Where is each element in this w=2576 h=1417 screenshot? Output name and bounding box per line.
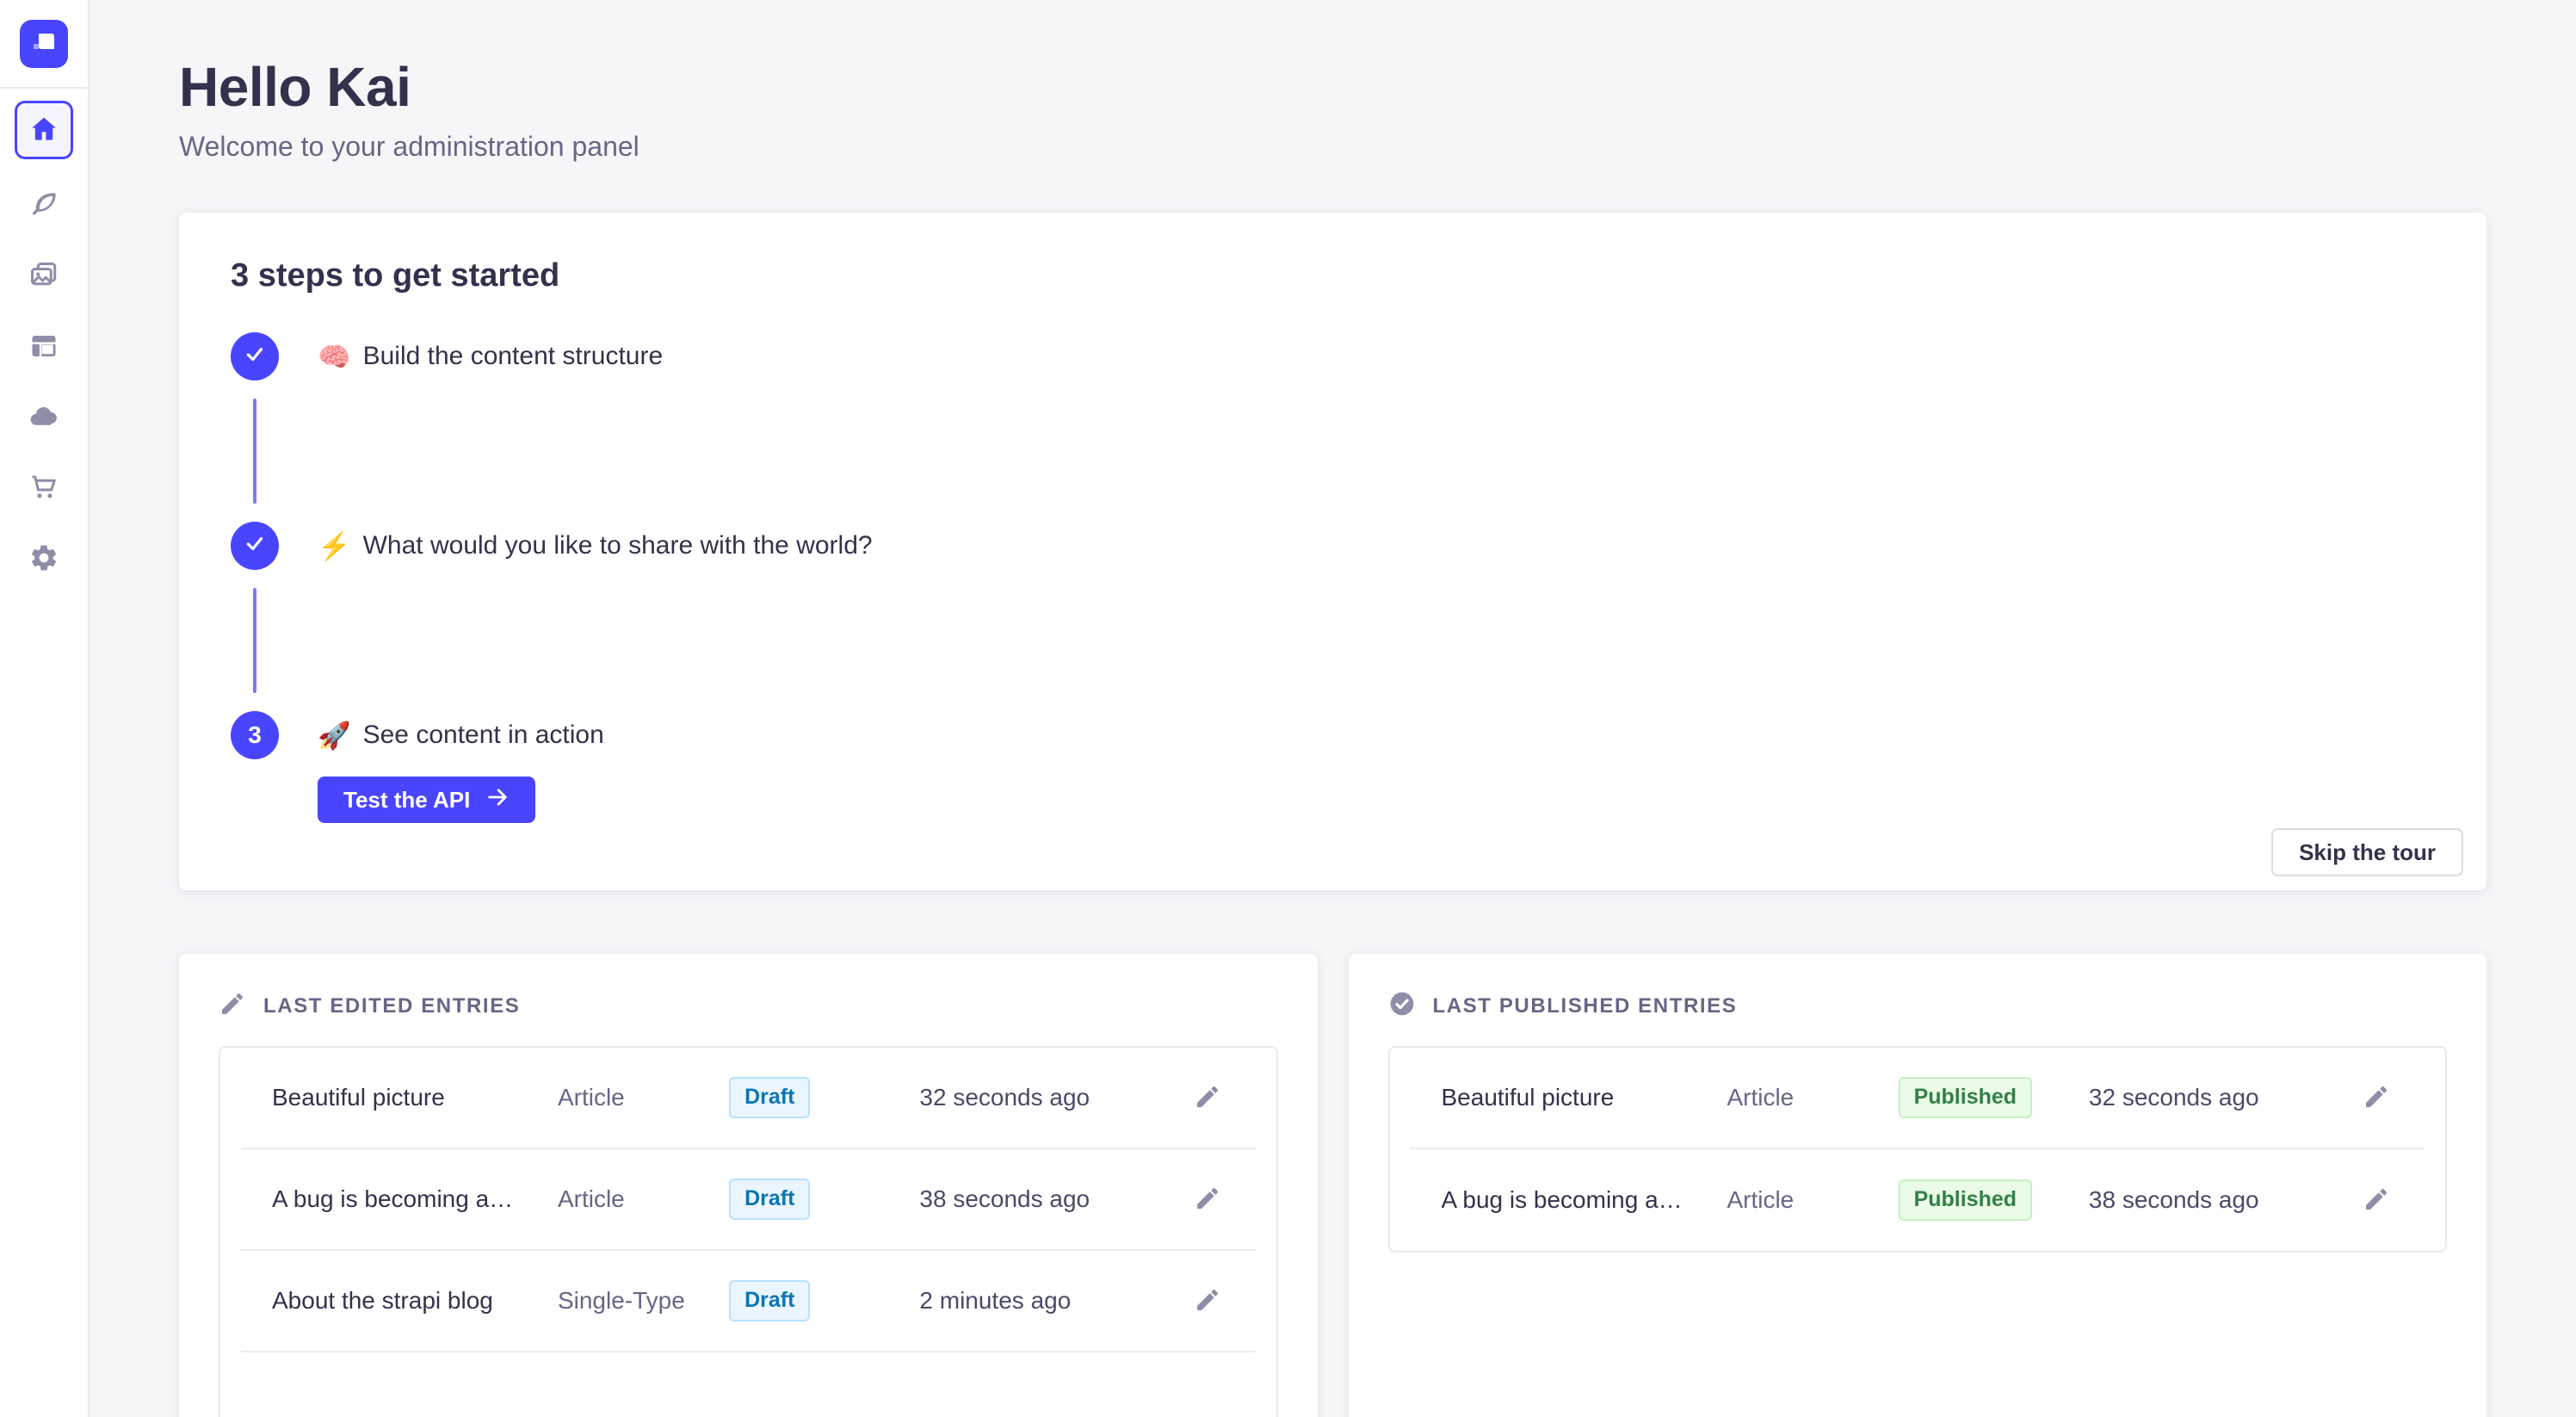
cta-row: Test the API [318,777,2435,823]
sidebar-item-content-manager[interactable] [15,182,73,230]
page-header: Hello Kai Welcome to your administration… [179,55,2486,163]
status-badge: Draft [729,1077,810,1118]
table-row: A bug is becoming a… Article Draft 38 se… [241,1149,1256,1251]
gear-icon [28,542,59,576]
entry-type: Article [558,1084,729,1111]
layout-icon [28,331,59,364]
workplace-button[interactable] [20,20,68,68]
step-2-label[interactable]: ⚡ What would you like to share with the … [318,530,873,562]
pencil-icon [1194,1286,1221,1316]
status-badge: Draft [729,1179,810,1220]
main-content: Hello Kai Welcome to your administration… [90,0,2576,1417]
table-row: About the strapi blog Single-Type Draft … [241,1251,1256,1352]
entry-type: Article [1727,1084,1898,1111]
step-connector [231,570,2435,711]
step-row-1: 🧠 Build the content structure [231,332,2435,381]
status-badge: Published [1899,1179,2032,1221]
pencil-icon [219,990,246,1022]
check-icon [244,532,266,560]
pencil-icon [1194,1083,1221,1113]
cloud-icon [28,401,59,435]
sidebar-item-deploy[interactable] [15,393,73,442]
brain-emoji-icon: 🧠 [318,341,351,373]
entry-time: 38 seconds ago [919,1185,1176,1213]
test-api-button[interactable]: Test the API [318,777,535,823]
check-icon [244,343,266,371]
onboarding-card: 3 steps to get started 🧠 Build the conte… [179,213,2486,890]
last-published-widget: LAST PUBLISHED ENTRIES Beautiful picture… [1349,954,2487,1417]
pencil-icon [2363,1083,2390,1113]
arrow-right-icon [485,785,510,815]
widgets-section: LAST EDITED ENTRIES Beautiful picture Ar… [179,954,2486,1417]
sidebar [0,0,90,1417]
entry-time: 38 seconds ago [2089,1186,2345,1214]
table-row: Beautiful picture Article Published 32 s… [1411,1048,2425,1149]
entry-time: 32 seconds ago [919,1084,1176,1111]
table-filler [241,1352,1256,1417]
step-row-2: ⚡ What would you like to share with the … [231,522,2435,570]
step-1-label[interactable]: 🧠 Build the content structure [318,341,663,373]
steps-list: 🧠 Build the content structure [231,332,2435,823]
step-row-3: 3 🚀 See content in action [231,711,2435,759]
step-3-label[interactable]: 🚀 See content in action [318,720,604,752]
sidebar-item-settings[interactable] [15,535,73,583]
widget-title: LAST EDITED ENTRIES [263,994,520,1018]
last-published-table: Beautiful picture Article Published 32 s… [1388,1046,2448,1253]
feather-icon [28,189,59,223]
entry-time: 2 minutes ago [919,1287,1176,1315]
last-published-header: LAST PUBLISHED ENTRIES [1388,990,2448,1022]
entry-title: Beautiful picture [1442,1084,1727,1111]
step-2-done-circle [231,522,279,570]
entry-type: Single-Type [558,1287,729,1315]
status-badge: Published [1899,1077,2032,1118]
edit-entry-button[interactable] [2359,1182,2394,1219]
lightning-emoji-icon: ⚡ [318,530,351,562]
sidebar-item-content-type-builder[interactable] [15,323,73,371]
widget-title: LAST PUBLISHED ENTRIES [1433,994,1738,1018]
skip-tour-button[interactable]: Skip the tour [2271,828,2463,876]
step-1-done-circle [231,332,279,381]
entry-title: About the strapi blog [272,1287,558,1315]
circle-check-icon [1388,990,1416,1022]
last-edited-header: LAST EDITED ENTRIES [219,990,1278,1022]
page-title: Hello Kai [179,55,2486,119]
last-edited-table: Beautiful picture Article Draft 32 secon… [219,1046,1278,1417]
sidebar-item-marketplace[interactable] [15,464,73,512]
edit-entry-button[interactable] [1190,1283,1225,1320]
page-subtitle: Welcome to your administration panel [179,131,2486,163]
entry-title: A bug is becoming a… [1442,1186,1727,1214]
cart-icon [28,472,59,505]
images-icon [28,260,59,294]
edit-entry-button[interactable] [1190,1181,1225,1218]
skip-row: Skip the tour [231,828,2463,876]
table-row: A bug is becoming a… Article Published 3… [1411,1149,2425,1251]
edit-entry-button[interactable] [2359,1080,2394,1117]
step-connector [231,381,2435,522]
last-edited-widget: LAST EDITED ENTRIES Beautiful picture Ar… [179,954,1318,1417]
strapi-logo-icon [20,20,68,71]
status-badge: Draft [729,1280,810,1321]
entry-type: Article [558,1185,729,1213]
pencil-icon [2363,1185,2390,1216]
sidebar-item-media-library[interactable] [15,252,73,300]
entry-title: Beautiful picture [272,1084,558,1111]
entry-title: A bug is becoming a… [272,1185,558,1213]
home-icon [28,114,59,147]
step-3-number-circle: 3 [231,711,279,759]
entry-time: 32 seconds ago [2089,1084,2345,1111]
edit-entry-button[interactable] [1190,1080,1225,1117]
table-row: Beautiful picture Article Draft 32 secon… [241,1048,1256,1149]
sidebar-item-home[interactable] [15,101,73,159]
app-root: Hello Kai Welcome to your administration… [0,0,2576,1417]
sidebar-nav [15,89,73,583]
onboarding-title: 3 steps to get started [231,257,2435,294]
pencil-icon [1194,1185,1221,1215]
entry-type: Article [1727,1186,1898,1214]
rocket-emoji-icon: 🚀 [318,720,351,752]
